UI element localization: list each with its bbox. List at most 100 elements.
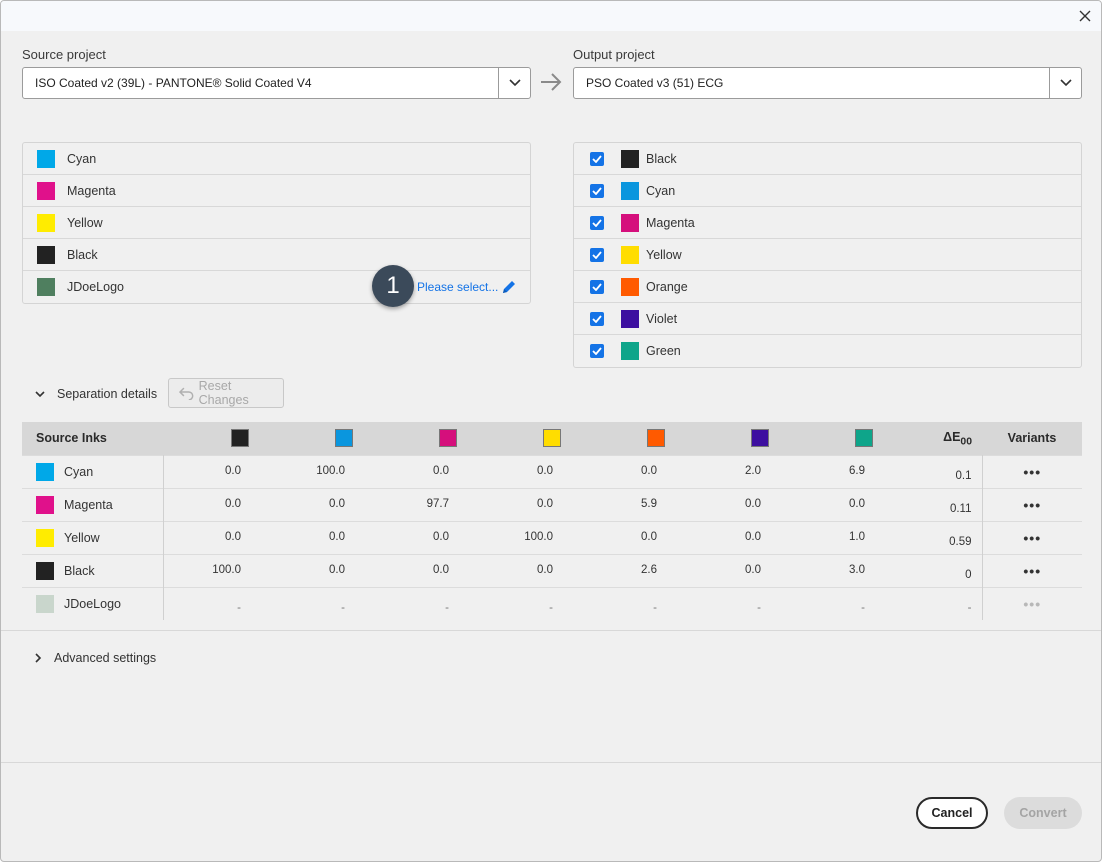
column-swatch [543, 429, 561, 448]
ink-name: Black [646, 152, 677, 166]
source-ink-row: Magenta [23, 175, 530, 207]
separation-value-cell[interactable]: 0.0 [163, 520, 253, 554]
column-swatch [751, 429, 769, 448]
column-swatch-header [565, 422, 669, 455]
separation-value-cell[interactable]: - [565, 586, 669, 620]
source-project-select[interactable]: ISO Coated v2 (39L) - PANTONE® Solid Coa… [22, 67, 531, 99]
source-ink-cell: JDoeLogo [22, 586, 164, 620]
ink-swatch [37, 278, 55, 296]
convert-button[interactable]: Convert [1004, 797, 1082, 829]
source-ink-cell: Black [22, 553, 164, 587]
footer-divider [1, 762, 1101, 763]
delta-e-label: ΔE [943, 429, 961, 444]
separation-value-cell[interactable]: 100.0 [163, 553, 253, 587]
separation-value-cell[interactable]: - [357, 586, 461, 620]
ink-swatch [37, 214, 55, 232]
variants-menu-button[interactable]: ••• [982, 586, 1082, 620]
separation-value-cell[interactable]: 6.9 [773, 454, 877, 488]
variants-menu-button[interactable]: ••• [982, 553, 1082, 587]
separation-value-cell[interactable]: 0.0 [669, 553, 773, 587]
separation-value-cell[interactable]: - [669, 586, 773, 620]
column-swatch [335, 429, 353, 448]
close-button[interactable] [1075, 6, 1095, 26]
ink-checkbox[interactable] [590, 280, 604, 294]
separation-value-cell[interactable]: 0.0 [163, 454, 253, 488]
separation-value-cell[interactable]: 0.0 [357, 553, 461, 587]
pencil-icon[interactable] [501, 279, 517, 295]
separation-value-cell[interactable]: 0.0 [357, 454, 461, 488]
chevron-down-icon[interactable] [498, 68, 530, 98]
separation-value-cell[interactable]: 5.9 [565, 487, 669, 521]
source-project-label: Source project [22, 47, 106, 62]
chevron-down-icon[interactable] [1049, 68, 1081, 98]
ink-checkbox[interactable] [590, 312, 604, 326]
delta-e-cell: 0.1 [877, 454, 983, 488]
separation-value-cell[interactable]: 0.0 [163, 487, 253, 521]
cancel-button[interactable]: Cancel [916, 797, 988, 829]
ink-checkbox[interactable] [590, 184, 604, 198]
ink-swatch [621, 278, 639, 296]
separation-value-cell[interactable]: 0.0 [669, 520, 773, 554]
separation-value-cell[interactable]: 0.0 [565, 454, 669, 488]
title-bar [1, 1, 1101, 31]
separation-value-cell[interactable]: 2.6 [565, 553, 669, 587]
ink-name: JDoeLogo [67, 280, 124, 294]
separation-value-cell[interactable]: 0.0 [565, 520, 669, 554]
variants-menu-button[interactable]: ••• [982, 520, 1082, 554]
ink-name: Orange [646, 280, 688, 294]
ink-checkbox[interactable] [590, 248, 604, 262]
separation-value-cell[interactable]: - [773, 586, 877, 620]
ink-name: Cyan [67, 152, 97, 166]
separation-value-cell[interactable]: 0.0 [253, 553, 357, 587]
separation-value-cell[interactable]: 0.0 [357, 520, 461, 554]
output-project-select[interactable]: PSO Coated v3 (51) ECG [573, 67, 1082, 99]
separation-value-cell[interactable]: - [253, 586, 357, 620]
ink-name: Yellow [64, 530, 100, 545]
separation-value-cell[interactable]: 0.0 [253, 520, 357, 554]
separation-value-cell[interactable]: - [163, 586, 253, 620]
separation-value-cell[interactable]: 0.0 [773, 487, 877, 521]
ink-checkbox[interactable] [590, 216, 604, 230]
column-swatch-header [163, 422, 253, 455]
ink-swatch [621, 182, 639, 200]
source-inks-header: Source Inks [22, 422, 163, 455]
ink-swatch [36, 528, 54, 547]
chevron-right-icon [35, 653, 42, 663]
separation-value-cell[interactable]: - [461, 586, 565, 620]
separation-value-cell[interactable]: 100.0 [461, 520, 565, 554]
column-swatch [855, 429, 873, 448]
ink-name: Violet [646, 312, 678, 326]
source-ink-cell: Yellow [22, 520, 164, 554]
variants-menu-button[interactable]: ••• [982, 487, 1082, 521]
ink-swatch [621, 310, 639, 328]
separation-value-cell[interactable]: 0.0 [461, 553, 565, 587]
separation-value-cell[interactable]: 1.0 [773, 520, 877, 554]
separation-value-cell[interactable]: 0.0 [669, 487, 773, 521]
delta-e-cell: 0.59 [877, 520, 983, 554]
ink-name: Cyan [646, 184, 676, 198]
separation-value-cell[interactable]: 0.0 [461, 487, 565, 521]
variants-menu-button[interactable]: ••• [982, 454, 1082, 488]
ink-swatch [37, 150, 55, 168]
separation-value-cell[interactable]: 2.0 [669, 454, 773, 488]
separation-value-cell[interactable]: 3.0 [773, 553, 877, 587]
undo-icon [179, 387, 194, 400]
ink-swatch [621, 150, 639, 168]
table-row: Black 100.0 0.0 0.0 0.0 2.6 0.0 3.0 0 ••• [22, 553, 1082, 587]
ink-checkbox[interactable] [590, 344, 604, 358]
advanced-settings-toggle[interactable]: Advanced settings [35, 651, 156, 665]
ink-swatch [621, 214, 639, 232]
separation-value-cell[interactable]: 0.0 [461, 454, 565, 488]
reset-changes-button[interactable]: Reset Changes [168, 378, 284, 408]
source-ink-cell: Magenta [22, 487, 164, 521]
ink-swatch [36, 561, 54, 580]
delta-e-cell: 0 [877, 553, 983, 587]
column-swatch-header [253, 422, 357, 455]
source-project-value: ISO Coated v2 (39L) - PANTONE® Solid Coa… [35, 76, 312, 90]
separation-value-cell[interactable]: 97.7 [357, 487, 461, 521]
separation-value-cell[interactable]: 100.0 [253, 454, 357, 488]
separation-details-toggle[interactable]: Separation details [35, 387, 157, 401]
please-select-link[interactable]: Please select... [417, 280, 498, 294]
separation-value-cell[interactable]: 0.0 [253, 487, 357, 521]
ink-checkbox[interactable] [590, 152, 604, 166]
